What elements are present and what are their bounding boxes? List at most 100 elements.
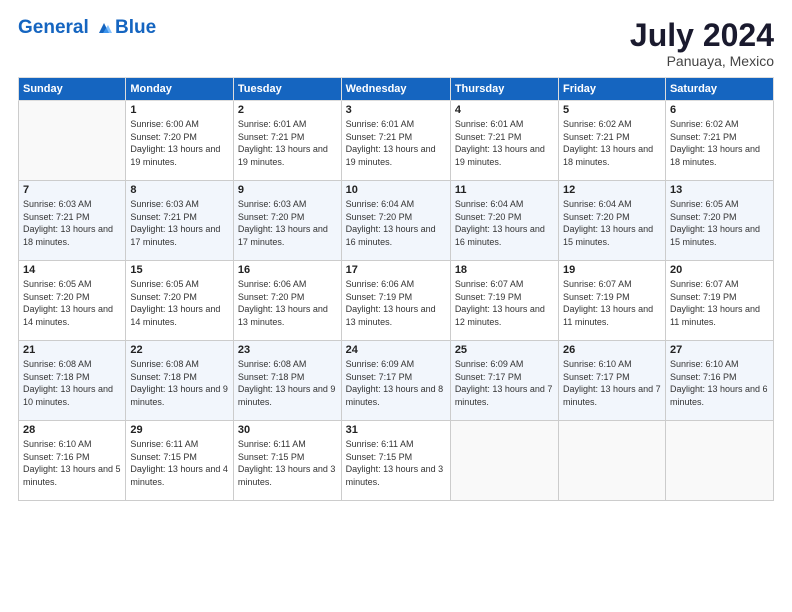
day-number: 29: [130, 424, 229, 436]
day-number: 9: [238, 184, 337, 196]
page: General Blue July 2024 Panuaya, Mexico S…: [0, 0, 792, 612]
calendar-cell: 28 Sunrise: 6:10 AMSunset: 7:16 PMDayligh…: [19, 421, 126, 501]
day-info: Sunrise: 6:03 AMSunset: 7:21 PMDaylight:…: [130, 198, 229, 248]
day-number: 14: [23, 264, 121, 276]
calendar-cell: 24 Sunrise: 6:09 AMSunset: 7:17 PMDayligh…: [341, 341, 450, 421]
day-info: Sunrise: 6:07 AMSunset: 7:19 PMDaylight:…: [563, 278, 661, 328]
day-number: 31: [346, 424, 446, 436]
day-info: Sunrise: 6:07 AMSunset: 7:19 PMDaylight:…: [670, 278, 769, 328]
day-number: 12: [563, 184, 661, 196]
calendar-cell: 27Sunrise: 6:10 AMSunset: 7:16 PMDayligh…: [665, 341, 773, 421]
logo: General Blue: [18, 18, 156, 39]
day-info: Sunrise: 6:06 AMSunset: 7:19 PMDaylight:…: [346, 278, 446, 328]
header-tuesday: Tuesday: [233, 78, 341, 101]
header-row: Sunday Monday Tuesday Wednesday Thursday…: [19, 78, 774, 101]
calendar-cell: 26 Sunrise: 6:10 AMSunset: 7:17 PMDayligh…: [559, 341, 666, 421]
day-info: Sunrise: 6:08 AMSunset: 7:18 PMDaylight:…: [130, 358, 229, 408]
day-number: 4: [455, 104, 554, 116]
calendar-cell: 2 Sunrise: 6:01 AMSunset: 7:21 PMDaylight…: [233, 101, 341, 181]
month-year: July 2024: [630, 18, 774, 53]
header-sunday: Sunday: [19, 78, 126, 101]
day-info: Sunrise: 6:11 AMSunset: 7:15 PMDaylight:…: [130, 438, 229, 488]
day-number: 2: [238, 104, 337, 116]
day-number: 24: [346, 344, 446, 356]
day-info: Sunrise: 6:06 AMSunset: 7:20 PMDaylight:…: [238, 278, 337, 328]
day-info: Sunrise: 6:08 AMSunset: 7:18 PMDaylight:…: [238, 358, 337, 408]
day-number: 8: [130, 184, 229, 196]
day-number: 21: [23, 344, 121, 356]
day-number: 18: [455, 264, 554, 276]
day-number: 1: [130, 104, 229, 116]
calendar-header: Sunday Monday Tuesday Wednesday Thursday…: [19, 78, 774, 101]
day-info: Sunrise: 6:01 AMSunset: 7:21 PMDaylight:…: [238, 118, 337, 168]
day-number: 7: [23, 184, 121, 196]
day-number: 16: [238, 264, 337, 276]
calendar-cell: 29 Sunrise: 6:11 AMSunset: 7:15 PMDayligh…: [126, 421, 234, 501]
calendar-cell: [665, 421, 773, 501]
calendar-cell: 21Sunrise: 6:08 AMSunset: 7:18 PMDayligh…: [19, 341, 126, 421]
calendar-cell: 3 Sunrise: 6:01 AMSunset: 7:21 PMDaylight…: [341, 101, 450, 181]
calendar-cell: 12 Sunrise: 6:04 AMSunset: 7:20 PMDayligh…: [559, 181, 666, 261]
header: General Blue July 2024 Panuaya, Mexico: [18, 18, 774, 69]
day-info: Sunrise: 6:11 AMSunset: 7:15 PMDaylight:…: [346, 438, 446, 488]
day-info: Sunrise: 6:01 AMSunset: 7:21 PMDaylight:…: [346, 118, 446, 168]
calendar-cell: 18 Sunrise: 6:07 AMSunset: 7:19 PMDayligh…: [450, 261, 558, 341]
day-info: Sunrise: 6:04 AMSunset: 7:20 PMDaylight:…: [455, 198, 554, 248]
day-info: Sunrise: 6:04 AMSunset: 7:20 PMDaylight:…: [563, 198, 661, 248]
day-info: Sunrise: 6:05 AMSunset: 7:20 PMDaylight:…: [130, 278, 229, 328]
header-wednesday: Wednesday: [341, 78, 450, 101]
day-number: 15: [130, 264, 229, 276]
header-thursday: Thursday: [450, 78, 558, 101]
day-info: Sunrise: 6:10 AMSunset: 7:16 PMDaylight:…: [23, 438, 121, 488]
calendar-cell: 15 Sunrise: 6:05 AMSunset: 7:20 PMDayligh…: [126, 261, 234, 341]
day-number: 3: [346, 104, 446, 116]
calendar-table: Sunday Monday Tuesday Wednesday Thursday…: [18, 77, 774, 501]
day-info: Sunrise: 6:10 AMSunset: 7:16 PMDaylight:…: [670, 358, 769, 408]
day-number: 30: [238, 424, 337, 436]
calendar-cell: 16 Sunrise: 6:06 AMSunset: 7:20 PMDayligh…: [233, 261, 341, 341]
calendar-cell: 6Sunrise: 6:02 AMSunset: 7:21 PMDaylight…: [665, 101, 773, 181]
calendar-cell: 8 Sunrise: 6:03 AMSunset: 7:21 PMDaylight…: [126, 181, 234, 261]
calendar-cell: 22Sunrise: 6:08 AMSunset: 7:18 PMDayligh…: [126, 341, 234, 421]
logo-general: General: [18, 18, 113, 39]
calendar-cell: [559, 421, 666, 501]
calendar-week-1: 1 Sunrise: 6:00 AMSunset: 7:20 PMDaylight…: [19, 101, 774, 181]
header-saturday: Saturday: [665, 78, 773, 101]
day-info: Sunrise: 6:07 AMSunset: 7:19 PMDaylight:…: [455, 278, 554, 328]
day-number: 25: [455, 344, 554, 356]
day-info: Sunrise: 6:02 AMSunset: 7:21 PMDaylight:…: [670, 118, 769, 168]
day-number: 23: [238, 344, 337, 356]
calendar-cell: 4Sunrise: 6:01 AMSunset: 7:21 PMDaylight…: [450, 101, 558, 181]
day-info: Sunrise: 6:04 AMSunset: 7:20 PMDaylight:…: [346, 198, 446, 248]
calendar-week-5: 28 Sunrise: 6:10 AMSunset: 7:16 PMDayligh…: [19, 421, 774, 501]
calendar-cell: 19 Sunrise: 6:07 AMSunset: 7:19 PMDayligh…: [559, 261, 666, 341]
header-monday: Monday: [126, 78, 234, 101]
day-number: 13: [670, 184, 769, 196]
day-number: 28: [23, 424, 121, 436]
day-info: Sunrise: 6:00 AMSunset: 7:20 PMDaylight:…: [130, 118, 229, 168]
calendar-cell: 17 Sunrise: 6:06 AMSunset: 7:19 PMDayligh…: [341, 261, 450, 341]
calendar-week-4: 21 Sunrise: 6:08 AMSunset: 7:18 PMDayligh…: [19, 341, 774, 421]
calendar-cell: 11Sunrise: 6:04 AMSunset: 7:20 PMDayligh…: [450, 181, 558, 261]
day-number: 20: [670, 264, 769, 276]
calendar-cell: [450, 421, 558, 501]
day-info: Sunrise: 6:11 AMSunset: 7:15 PMDaylight:…: [238, 438, 337, 488]
day-info: Sunrise: 6:09 AMSunset: 7:17 PMDaylight:…: [455, 358, 554, 408]
location: Panuaya, Mexico: [630, 53, 774, 69]
calendar-cell: 30 Sunrise: 6:11 AMSunset: 7:15 PMDayligh…: [233, 421, 341, 501]
day-info: Sunrise: 6:10 AMSunset: 7:17 PMDaylight:…: [563, 358, 661, 408]
calendar-cell: 5 Sunrise: 6:02 AMSunset: 7:21 PMDaylight…: [559, 101, 666, 181]
calendar-cell: 13Sunrise: 6:05 AMSunset: 7:20 PMDayligh…: [665, 181, 773, 261]
day-info: Sunrise: 6:02 AMSunset: 7:21 PMDaylight:…: [563, 118, 661, 168]
day-number: 26: [563, 344, 661, 356]
day-info: Sunrise: 6:09 AMSunset: 7:17 PMDaylight:…: [346, 358, 446, 408]
calendar-cell: 23 Sunrise: 6:08 AMSunset: 7:18 PMDayligh…: [233, 341, 341, 421]
calendar-cell: 1 Sunrise: 6:00 AMSunset: 7:20 PMDaylight…: [126, 101, 234, 181]
day-number: 17: [346, 264, 446, 276]
calendar-body: 1 Sunrise: 6:00 AMSunset: 7:20 PMDaylight…: [19, 101, 774, 501]
calendar-week-2: 7 Sunrise: 6:03 AMSunset: 7:21 PMDaylight…: [19, 181, 774, 261]
day-number: 5: [563, 104, 661, 116]
calendar-cell: [19, 101, 126, 181]
calendar-cell: 9Sunrise: 6:03 AMSunset: 7:20 PMDaylight…: [233, 181, 341, 261]
day-number: 19: [563, 264, 661, 276]
